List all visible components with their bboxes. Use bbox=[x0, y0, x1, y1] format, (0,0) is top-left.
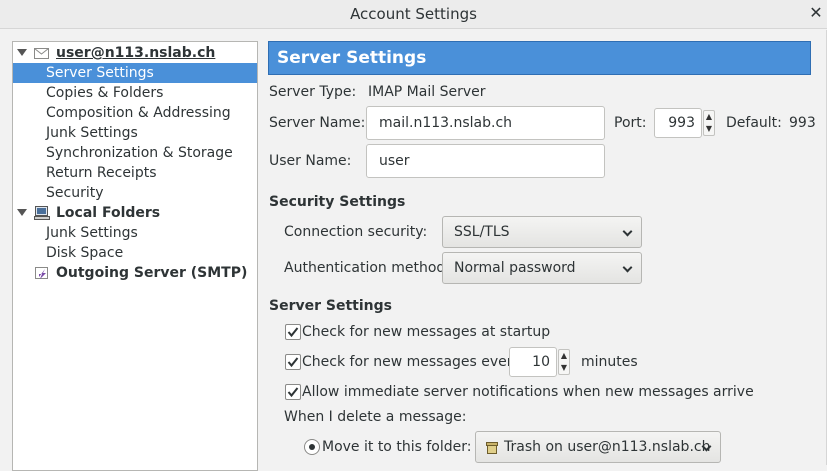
checkmark-icon bbox=[287, 387, 299, 398]
panel-header: Server Settings bbox=[268, 41, 811, 75]
tree-item-copies-folders[interactable]: Copies & Folders bbox=[13, 83, 257, 103]
checkmark-icon bbox=[287, 327, 299, 338]
expand-arrow-icon[interactable] bbox=[17, 209, 27, 216]
server-type-value: IMAP Mail Server bbox=[368, 84, 486, 100]
server-settings-heading: Server Settings bbox=[269, 298, 392, 314]
user-name-label: User Name: bbox=[269, 153, 352, 169]
expand-arrow-icon[interactable] bbox=[17, 49, 27, 56]
move-to-folder-radio[interactable] bbox=[304, 439, 320, 455]
trash-icon bbox=[486, 442, 498, 454]
tree-item-local-folders[interactable]: Local Folders bbox=[13, 203, 257, 223]
tree-item-composition[interactable]: Composition & Addressing bbox=[13, 103, 257, 123]
port-stepper[interactable]: ▲ ▼ bbox=[703, 110, 715, 136]
auth-method-select[interactable]: Normal password bbox=[442, 252, 642, 284]
tree-label: Server Settings bbox=[46, 65, 154, 81]
check-every-label[interactable]: Check for new messages every bbox=[302, 352, 521, 372]
allow-push-checkbox[interactable] bbox=[285, 384, 301, 400]
account-tree: user@n113.nslab.ch Server Settings Copie… bbox=[12, 41, 258, 471]
check-every-checkbox[interactable] bbox=[285, 354, 301, 370]
security-settings-heading: Security Settings bbox=[269, 194, 406, 210]
tree-item-return-receipts[interactable]: Return Receipts bbox=[13, 163, 257, 183]
tree-label: Junk Settings bbox=[46, 225, 138, 241]
tree-label: Security bbox=[46, 185, 104, 201]
port-field[interactable]: 993 bbox=[654, 108, 702, 138]
tree-item-smtp[interactable]: Outgoing Server (SMTP) bbox=[13, 263, 257, 283]
tree-label: Outgoing Server (SMTP) bbox=[56, 265, 248, 281]
server-name-field[interactable]: mail.n113.nslab.ch bbox=[366, 106, 605, 140]
checkmark-icon bbox=[287, 357, 299, 368]
chevron-down-icon bbox=[622, 226, 633, 237]
auth-method-label: Authentication method: bbox=[284, 260, 451, 276]
minutes-label: minutes bbox=[581, 354, 638, 370]
tree-label: Composition & Addressing bbox=[46, 105, 231, 121]
tree-label: Return Receipts bbox=[46, 165, 157, 181]
chevron-down-icon bbox=[622, 262, 633, 273]
mail-account-icon bbox=[34, 48, 49, 59]
tree-label: Copies & Folders bbox=[46, 85, 164, 101]
default-port-label: Default: bbox=[726, 115, 782, 131]
tree-item-local-junk[interactable]: Junk Settings bbox=[13, 223, 257, 243]
stepper-down-icon[interactable]: ▼ bbox=[705, 123, 713, 135]
tree-label: Local Folders bbox=[56, 205, 161, 221]
stepper-up-icon[interactable]: ▲ bbox=[560, 350, 568, 362]
connection-security-label: Connection security: bbox=[284, 224, 428, 240]
window-title: Account Settings bbox=[350, 5, 477, 23]
interval-stepper[interactable]: ▲ ▼ bbox=[558, 349, 570, 375]
allow-push-label[interactable]: Allow immediate server notifications whe… bbox=[302, 382, 754, 402]
tree-item-junk-settings[interactable]: Junk Settings bbox=[13, 123, 257, 143]
check-startup-label[interactable]: Check for new messages at startup bbox=[302, 322, 550, 342]
auth-method-value: Normal password bbox=[454, 260, 576, 276]
outgoing-server-icon bbox=[35, 267, 48, 279]
tree-item-security[interactable]: Security bbox=[13, 183, 257, 203]
stepper-down-icon[interactable]: ▼ bbox=[560, 362, 568, 374]
delete-message-label: When I delete a message: bbox=[284, 409, 467, 425]
stepper-up-icon[interactable]: ▲ bbox=[705, 111, 713, 123]
radio-dot-icon bbox=[309, 444, 315, 450]
server-name-label: Server Name: bbox=[269, 115, 366, 131]
tree-item-sync-storage[interactable]: Synchronization & Storage bbox=[13, 143, 257, 163]
check-interval-field[interactable]: 10 bbox=[509, 347, 557, 377]
check-startup-checkbox[interactable] bbox=[285, 324, 301, 340]
close-icon[interactable]: ✕ bbox=[807, 3, 825, 23]
tree-label: Disk Space bbox=[46, 245, 124, 261]
user-name-field[interactable]: user bbox=[366, 144, 605, 178]
trash-folder-value: Trash on user@n113.nslab.ch bbox=[504, 439, 711, 455]
computer-icon bbox=[34, 206, 50, 220]
trash-folder-select[interactable]: Trash on user@n113.nslab.ch bbox=[475, 431, 721, 463]
tree-label: Synchronization & Storage bbox=[46, 145, 233, 161]
move-to-folder-label[interactable]: Move it to this folder: bbox=[322, 437, 471, 457]
tree-label: Junk Settings bbox=[46, 125, 138, 141]
tree-label: user@n113.nslab.ch bbox=[56, 45, 216, 61]
server-type-label: Server Type: bbox=[269, 84, 357, 100]
port-label: Port: bbox=[614, 115, 647, 131]
title-bar: Account Settings ✕ bbox=[0, 0, 827, 29]
default-port-value: 993 bbox=[789, 115, 816, 131]
tree-item-server-settings[interactable]: Server Settings bbox=[13, 63, 257, 83]
connection-security-select[interactable]: SSL/TLS bbox=[442, 216, 642, 248]
tree-item-disk-space[interactable]: Disk Space bbox=[13, 243, 257, 263]
connection-security-value: SSL/TLS bbox=[454, 224, 510, 240]
tree-item-account[interactable]: user@n113.nslab.ch bbox=[13, 43, 257, 63]
